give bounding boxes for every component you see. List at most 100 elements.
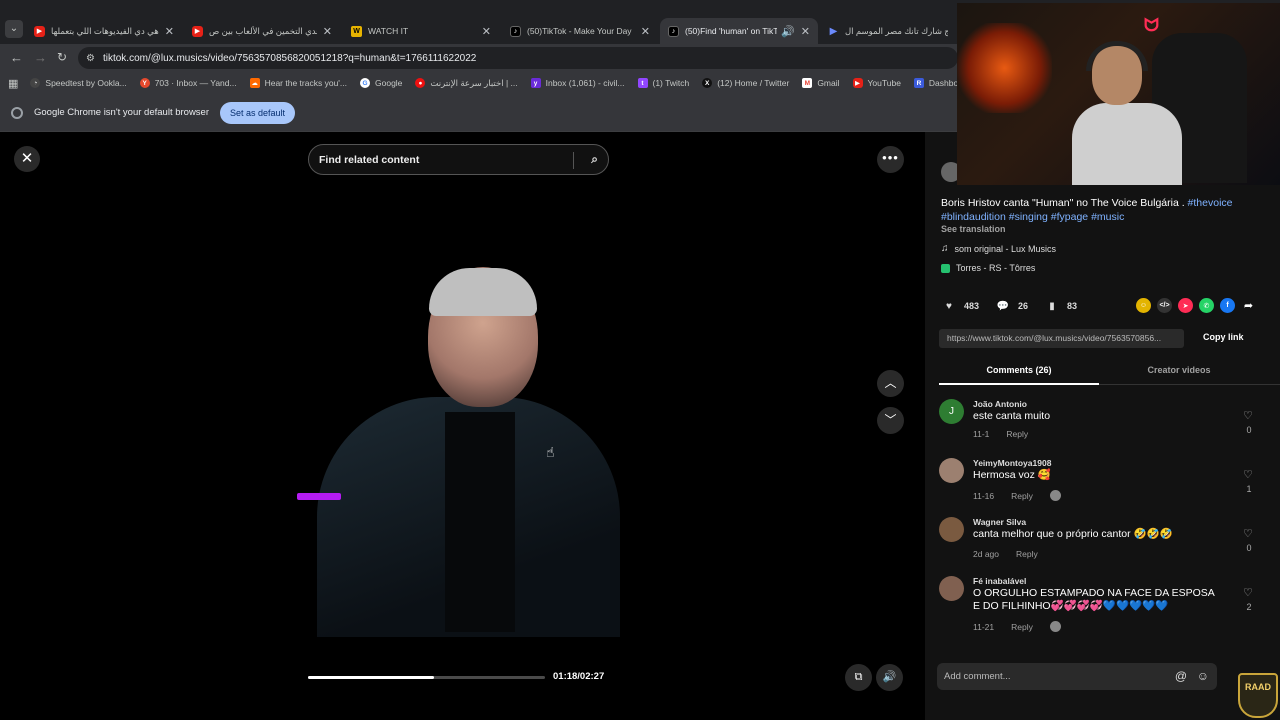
location-link[interactable]: Torres - RS - Tôrres	[941, 263, 1035, 273]
volume-button[interactable]: 🔊	[876, 664, 903, 691]
music-note-icon: ♫	[941, 243, 949, 254]
soundcloud-icon: ☁	[249, 78, 260, 88]
bookmark[interactable]: ▶ YouTube	[852, 78, 901, 88]
embed-icon[interactable]: </>	[1157, 298, 1172, 313]
next-video-button[interactable]: ﹀	[877, 407, 904, 434]
heart-outline-icon[interactable]: ♡	[1243, 409, 1253, 422]
floating-player-button[interactable]: ⧉	[845, 664, 872, 691]
bookmark[interactable]: Y 703 · Inbox — Yand...	[139, 78, 237, 88]
browser-tab[interactable]: ♪ (50)TikTok - Make Your Day ✕	[502, 18, 658, 44]
bookmark-label: Inbox (1,061) - civil...	[545, 78, 625, 88]
close-tab-icon[interactable]: ✕	[165, 25, 174, 38]
browser-tab[interactable]: ▶ برنامج شارك تانك مصر الموسم ال...	[820, 18, 956, 44]
fireplace-graphic	[957, 23, 1052, 113]
hashtag[interactable]: #music	[1091, 211, 1124, 223]
sound-link[interactable]: ♫ som original - Lux Musics	[941, 243, 1056, 254]
repost-icon[interactable]: ☺	[1136, 298, 1151, 313]
bookmark[interactable]: G Google	[360, 78, 402, 88]
heart-outline-icon[interactable]: ♡	[1243, 586, 1253, 599]
bookmark[interactable]: ☁ Hear the tracks you'...	[249, 78, 347, 88]
whatsapp-icon[interactable]: ✆	[1199, 298, 1214, 313]
search-icon[interactable]: ⌕	[591, 152, 598, 167]
gmail-icon: M	[802, 78, 813, 88]
speaker-icon[interactable]: 🔊	[781, 25, 795, 38]
send-icon[interactable]: ➤	[1178, 298, 1193, 313]
comment-username[interactable]: YeimyMontoya1908	[973, 458, 1051, 468]
bookmark[interactable]: ◔ Speedtest by Ookla...	[30, 78, 127, 88]
previous-video-button[interactable]: ︿	[877, 370, 904, 397]
reply-button[interactable]: Reply	[1016, 549, 1038, 559]
comment-text: Hermosa voz 🥰	[973, 469, 1051, 481]
browser-tab-active[interactable]: ♪ (50)Find 'human' on TikTok 🔊 ✕	[660, 18, 818, 44]
related-search-input[interactable]: Find related content ⌕	[308, 144, 609, 175]
bookmark[interactable]: M Gmail	[802, 78, 840, 88]
avatar[interactable]	[939, 458, 964, 483]
comment-text: canta melhor que o próprio cantor 🤣🤣🤣	[973, 528, 1173, 540]
creator-liked-avatar	[1049, 621, 1061, 632]
comment-username[interactable]: Wagner Silva	[973, 517, 1026, 527]
video-player[interactable]	[297, 202, 620, 702]
browser-tab[interactable]: ▶ هي دي الفيديوهات اللي بتعملها... ✕	[26, 18, 182, 44]
bookmark[interactable]: t (1) Twitch	[637, 78, 689, 88]
comment-meta: 2d ago Reply	[973, 549, 1038, 559]
heart-outline-icon[interactable]: ♡	[1243, 527, 1253, 540]
comment-text: este canta muito	[973, 410, 1051, 422]
close-tab-icon[interactable]: ✕	[482, 25, 491, 38]
more-options-button[interactable]: •••	[877, 146, 904, 173]
bookmark[interactable]: ● اختبار سرعة الإنترنت | ...	[415, 78, 518, 89]
url-field[interactable]: ⚙ tiktok.com/@lux.musics/video/756357085…	[78, 47, 958, 69]
hashtag[interactable]: #singing	[1009, 211, 1048, 223]
comment-like-count: 0	[1246, 543, 1252, 553]
reload-icon[interactable]: ↻	[57, 50, 67, 64]
hashtag[interactable]: #fypage	[1051, 211, 1088, 223]
heart-outline-icon[interactable]: ♡	[1243, 468, 1253, 481]
bookmark-label: Hear the tracks you'...	[264, 78, 347, 88]
comment-date: 2d ago	[973, 549, 999, 559]
twitch-icon: t	[637, 78, 648, 88]
tab-creator-videos[interactable]: Creator videos	[1099, 365, 1259, 375]
hashtag[interactable]: #thevoice	[1188, 197, 1233, 209]
close-video-button[interactable]: ✕	[14, 146, 40, 172]
close-tab-icon[interactable]: ✕	[641, 25, 650, 38]
tab-comments[interactable]: Comments (26)	[939, 365, 1099, 375]
video-progress-bar[interactable]	[308, 676, 545, 679]
like-action[interactable]: ♥ 483	[941, 298, 979, 314]
reply-button[interactable]: Reply	[1006, 429, 1028, 439]
add-comment-placeholder: Add comment...	[944, 671, 1011, 682]
tab-title: تحدي التخمين في الألعاب بين ص...	[209, 25, 317, 36]
facebook-icon[interactable]: f	[1220, 298, 1235, 313]
share-options: ☺ </> ➤ ✆ f ➦	[1136, 298, 1262, 313]
hashtag[interactable]: #blindaudition	[941, 211, 1006, 223]
close-tab-icon[interactable]: ✕	[801, 25, 810, 38]
tab-search-dropdown[interactable]: ⌄	[5, 20, 23, 38]
add-comment-input[interactable]: Add comment... @ ☺	[937, 663, 1217, 690]
video-time: 01:18/02:27	[553, 671, 605, 682]
comment-username[interactable]: João Antonio	[973, 399, 1027, 409]
avatar[interactable]: J	[939, 399, 964, 424]
bookmark[interactable]: X (12) Home / Twitter	[702, 78, 789, 88]
apps-grid-icon[interactable]: ▦	[8, 77, 18, 90]
copy-link-button[interactable]: Copy link	[1203, 332, 1244, 342]
bookmark[interactable]: y Inbox (1,061) - civil...	[530, 78, 625, 88]
set-as-default-button[interactable]: Set as default	[220, 101, 296, 124]
share-arrow-icon[interactable]: ➦	[1241, 298, 1256, 313]
youtube-icon: ▶	[34, 25, 45, 37]
site-info-icon[interactable]: ⚙	[86, 53, 95, 64]
reply-button[interactable]: Reply	[1011, 491, 1033, 501]
avatar[interactable]	[939, 517, 964, 542]
avatar[interactable]	[939, 576, 964, 601]
browser-tab[interactable]: ▶ تحدي التخمين في الألعاب بين ص... ✕	[184, 18, 340, 44]
reply-button[interactable]: Reply	[1011, 622, 1033, 632]
back-icon[interactable]: ←	[10, 50, 23, 65]
save-action[interactable]: ▮ 83	[1044, 298, 1077, 314]
browser-tab[interactable]: W WATCH IT ✕	[343, 18, 499, 44]
video-link-field[interactable]: https://www.tiktok.com/@lux.musics/video…	[939, 329, 1184, 348]
see-translation-link[interactable]: See translation	[941, 224, 1006, 234]
close-tab-icon[interactable]: ✕	[323, 25, 332, 38]
comment-username[interactable]: Fé inabalável	[973, 576, 1026, 586]
emoji-icon[interactable]: ☺	[1197, 669, 1209, 683]
forward-icon[interactable]: →	[34, 50, 47, 65]
comment-bubble-icon: 💬	[996, 300, 1010, 312]
comment-action[interactable]: 💬 26	[995, 298, 1028, 314]
mention-icon[interactable]: @	[1175, 669, 1187, 683]
